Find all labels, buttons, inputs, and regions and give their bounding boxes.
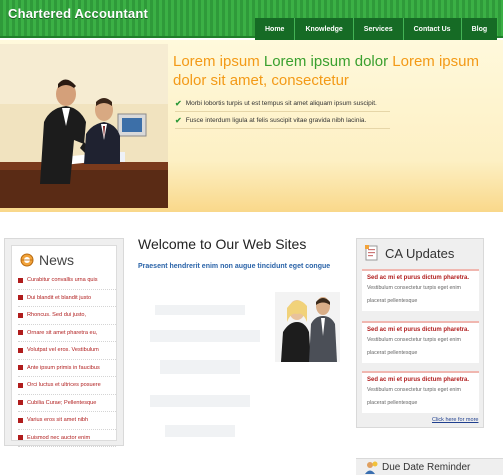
hero-headline: Lorem ipsum Lorem ipsum dolor Lorem ipsu… xyxy=(173,52,503,90)
bullet-icon xyxy=(18,277,23,283)
divider xyxy=(175,128,390,129)
news-item[interactable]: Orci luctus et ultrices posuere xyxy=(18,377,116,395)
ca-update-text: Vestibulum consectetur turpis eget enim xyxy=(367,337,461,343)
news-item[interactable]: Cubilia Curae; Pellentesque xyxy=(18,395,116,412)
main-nav: Home Knowledge Services Contact Us Blog xyxy=(255,18,498,40)
page: Chartered Accountant Home Knowledge Serv… xyxy=(0,0,503,475)
hero-bullet: ✔ Fusce interdum ligula at felis suscipi… xyxy=(175,116,366,125)
ca-update-text: Vestibulum consectetur turpis eget enim xyxy=(367,285,461,291)
reminder-person-icon xyxy=(365,461,378,474)
news-item[interactable]: Rhoncus. Sed dui justo, xyxy=(18,307,116,325)
divider xyxy=(175,111,390,112)
checkmark-icon: ✔ xyxy=(175,116,182,125)
news-list: Curabitur convallis urna quis Dui blandi… xyxy=(18,272,116,447)
news-item-label: Rhoncus. Sed dui justo, xyxy=(27,312,87,319)
nav-knowledge[interactable]: Knowledge xyxy=(294,18,353,40)
bullet-icon xyxy=(18,400,23,406)
hero-bullet-text: Fusce interdum ligula at felis suscipit … xyxy=(185,117,367,124)
faint-background-graphic xyxy=(145,300,265,450)
ca-updates-panel: CA Updates Sed ac mi et purus dictum pha… xyxy=(356,238,484,428)
news-panel: News Curabitur convallis urna quis Dui b… xyxy=(4,238,124,447)
ca-update-heading: Sed ac mi et purus dictum pharetra. xyxy=(367,327,470,333)
ca-update-heading: Sed ac mi et purus dictum pharetra. xyxy=(367,275,470,281)
news-globe-icon xyxy=(20,253,34,267)
hero-headline-part2: Lorem ipsum dolor xyxy=(263,53,389,70)
news-item[interactable]: Euismod nec auctor enim xyxy=(18,430,116,447)
news-item[interactable]: Varius eros sit amet nibh xyxy=(18,412,116,430)
news-title: News xyxy=(39,252,75,268)
news-item[interactable]: Ante ipsum primis in faucibus xyxy=(18,360,116,377)
document-icon xyxy=(365,245,378,261)
ca-update-text: placerat pellentesque xyxy=(367,400,418,406)
news-item-label: Euismod nec auctor enim xyxy=(27,434,91,441)
bullet-icon xyxy=(18,435,23,441)
team-photo xyxy=(275,292,340,362)
bullet-icon xyxy=(18,417,23,423)
ca-update-card[interactable]: Sed ac mi et purus dictum pharetra. Vest… xyxy=(362,371,479,413)
bullet-icon xyxy=(18,330,23,336)
nav-services[interactable]: Services xyxy=(352,18,403,40)
news-item-label: Cubilia Curae; Pellentesque xyxy=(27,399,97,406)
news-item-label: Volutpat vel eros. Vestibulum xyxy=(27,347,99,354)
checkmark-icon: ✔ xyxy=(175,99,182,108)
hero-headline-part1: Lorem ipsum xyxy=(173,53,260,70)
due-date-reminder-panel: Due Date Reminder xyxy=(356,458,503,475)
site-logo[interactable]: Chartered Accountant xyxy=(8,6,148,21)
ca-update-text: placerat pellentesque xyxy=(367,298,418,304)
bullet-icon xyxy=(18,312,23,318)
hero-headline-part4: dolor sit amet, consectetur xyxy=(173,72,349,89)
news-item[interactable]: Dui blandit et blandit justo xyxy=(18,290,116,307)
nav-home[interactable]: Home xyxy=(255,18,295,40)
hero-headline-part3: Lorem ipsum xyxy=(392,53,479,70)
ca-updates-title: CA Updates xyxy=(385,245,455,261)
news-item-label: Varius eros sit amet nibh xyxy=(27,417,89,424)
nav-contact-us[interactable]: Contact Us xyxy=(402,18,461,40)
ca-update-heading: Sed ac mi et purus dictum pharetra. xyxy=(367,377,470,383)
click-here-for-more-link[interactable]: Click here for more xyxy=(432,417,478,423)
ca-update-card[interactable]: Sed ac mi et purus dictum pharetra. Vest… xyxy=(362,269,479,311)
bullet-icon xyxy=(18,365,23,371)
news-item-label: Dui blandit et blandit justo xyxy=(27,294,92,301)
nav-blog[interactable]: Blog xyxy=(460,18,498,40)
due-date-reminder-title: Due Date Reminder xyxy=(382,461,471,473)
bullet-icon xyxy=(18,295,23,301)
ca-update-card[interactable]: Sed ac mi et purus dictum pharetra. Vest… xyxy=(362,321,479,363)
news-item[interactable]: Curabitur convallis urna quis xyxy=(18,272,116,290)
news-inner: News Curabitur convallis urna quis Dui b… xyxy=(11,245,117,447)
hero-bullet-text: Morbi lobortis turpis ut est tempus sit … xyxy=(185,100,377,107)
news-item-label: Curabitur convallis urna quis xyxy=(27,277,98,284)
news-item-label: Ornare sit amet pharetra eu, xyxy=(27,329,98,336)
news-item-label: Orci luctus et ultrices posuere xyxy=(27,382,101,389)
news-item[interactable]: Volutpat vel eros. Vestibulum xyxy=(18,342,116,360)
bullet-icon xyxy=(18,382,23,388)
news-header: News xyxy=(20,252,74,268)
ca-update-text: placerat pellentesque xyxy=(367,350,418,356)
news-item[interactable]: Ornare sit amet pharetra eu, xyxy=(18,325,116,342)
ca-update-text: Vestibulum consectetur turpis eget enim xyxy=(367,387,461,393)
news-item-label: Ante ipsum primis in faucibus xyxy=(27,364,100,371)
hero-business-photo xyxy=(0,44,168,208)
site-header: Chartered Accountant Home Knowledge Serv… xyxy=(0,0,503,40)
welcome-heading: Welcome to Our Web Sites xyxy=(138,236,307,252)
ca-updates-header: CA Updates xyxy=(365,245,454,261)
hero-bullet: ✔ Morbi lobortis turpis ut est tempus si… xyxy=(175,99,377,108)
bullet-icon xyxy=(18,347,23,353)
welcome-subtitle[interactable]: Praesent hendrerit enim non augue tincid… xyxy=(138,263,330,270)
